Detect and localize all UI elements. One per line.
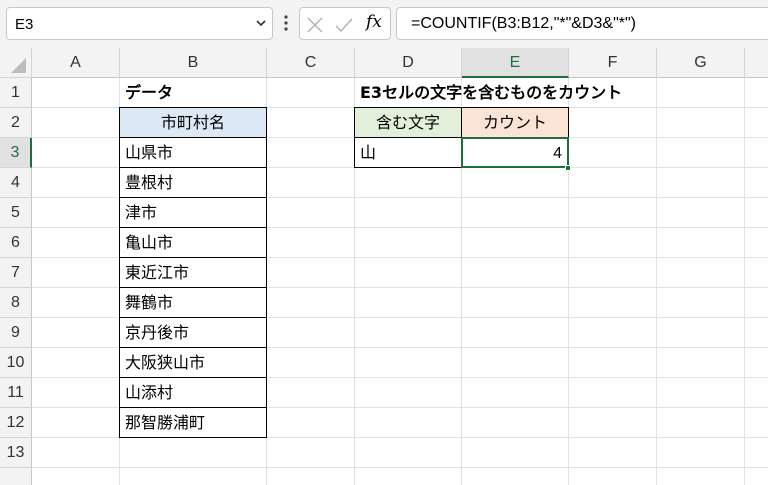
insert-function-icon[interactable]: fx <box>366 12 386 32</box>
chevron-down-icon[interactable] <box>254 16 268 30</box>
cell-d1[interactable]: E3セルの文字を含むものをカウント <box>355 78 685 108</box>
row-header-9[interactable]: 9 <box>0 318 32 348</box>
fill-handle[interactable] <box>565 165 571 171</box>
column-header-e[interactable]: E <box>462 48 569 78</box>
formula-input[interactable]: =COUNTIF(B3:B12,"*"&D3&"*") <box>396 7 768 40</box>
cell-d3[interactable]: 山 <box>354 137 462 168</box>
row-header-1[interactable]: 1 <box>0 78 32 108</box>
row-header-13[interactable]: 13 <box>0 438 32 468</box>
row-header-14[interactable] <box>0 468 32 485</box>
cell-b6[interactable]: 亀山市 <box>119 227 267 258</box>
formula-bar-area: E3 fx =COUNTIF(B3:B12,"*"&D3&"*") <box>0 0 768 48</box>
cell-b3[interactable]: 山県市 <box>119 137 267 168</box>
cell-b2[interactable]: 市町村名 <box>119 107 267 138</box>
cell-d2[interactable]: 含む文字 <box>354 107 462 138</box>
column-header-h[interactable] <box>745 48 768 78</box>
column-header-g[interactable]: G <box>657 48 745 78</box>
column-header-f[interactable]: F <box>569 48 657 78</box>
column-header-d[interactable]: D <box>355 48 462 78</box>
cell-e2[interactable]: カウント <box>461 107 569 138</box>
column-header-b[interactable]: B <box>120 48 267 78</box>
formula-actions: fx <box>299 7 391 40</box>
column-header-c[interactable]: C <box>267 48 355 78</box>
cell-e3[interactable]: 4 <box>461 137 569 168</box>
cell-b11[interactable]: 山添村 <box>119 377 267 408</box>
row-header-5[interactable]: 5 <box>0 198 32 228</box>
row-header-12[interactable]: 12 <box>0 408 32 438</box>
cell-b9[interactable]: 京丹後市 <box>119 317 267 348</box>
cell-b1[interactable]: データ <box>120 78 267 108</box>
select-all-triangle-icon <box>11 58 26 73</box>
name-box-value: E3 <box>15 16 34 33</box>
row-header-3[interactable]: 3 <box>0 138 32 168</box>
row-header-4[interactable]: 4 <box>0 168 32 198</box>
cancel-icon[interactable] <box>305 15 325 35</box>
name-box[interactable]: E3 <box>6 7 273 40</box>
enter-icon[interactable] <box>334 15 354 35</box>
cell-b8[interactable]: 舞鶴市 <box>119 287 267 318</box>
cell-b4[interactable]: 豊根村 <box>119 167 267 198</box>
row-header-11[interactable]: 11 <box>0 378 32 408</box>
cell-b5[interactable]: 津市 <box>119 197 267 228</box>
row-header-10[interactable]: 10 <box>0 348 32 378</box>
select-all-corner[interactable] <box>0 48 32 78</box>
row-header-2[interactable]: 2 <box>0 108 32 138</box>
formula-text: =COUNTIF(B3:B12,"*"&D3&"*") <box>411 15 636 32</box>
row-header-8[interactable]: 8 <box>0 288 32 318</box>
more-options-icon[interactable] <box>281 13 291 33</box>
column-header-a[interactable]: A <box>32 48 120 78</box>
row-header-6[interactable]: 6 <box>0 228 32 258</box>
cell-b12[interactable]: 那智勝浦町 <box>119 407 267 438</box>
cell-b7[interactable]: 東近江市 <box>119 257 267 288</box>
row-header-7[interactable]: 7 <box>0 258 32 288</box>
cell-b10[interactable]: 大阪狭山市 <box>119 347 267 378</box>
